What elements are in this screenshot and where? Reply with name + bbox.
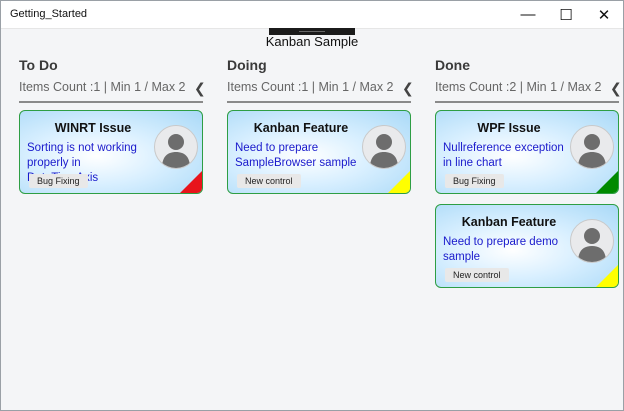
window-title: Getting_Started [10, 8, 88, 20]
column-divider [435, 101, 619, 103]
user-icon [570, 125, 614, 169]
card-tag: Bug Fixing [445, 174, 504, 188]
page-title: Kanban Sample [265, 34, 359, 49]
column-divider [227, 101, 411, 103]
card-description: Need to prepare SampleBrowser sample [235, 142, 357, 169]
kanban-card[interactable]: WINRT Issue Sorting is not working prope… [19, 110, 203, 194]
card-description: Nullreference exception in line chart [443, 142, 564, 169]
card-tag: New control [445, 268, 509, 282]
column-item-count: Items Count :1 | Min 1 / Max 2 [19, 80, 186, 94]
column-title: Doing [227, 57, 267, 73]
card-description: Need to prepare demo sample [443, 236, 559, 263]
title-bar: Getting_Started — ☐ ✕ [1, 1, 623, 29]
collapse-chevron-icon[interactable]: ❮ [402, 80, 414, 97]
priority-indicator [596, 171, 618, 193]
column-divider [19, 101, 203, 103]
column-item-count: Items Count :2 | Min 1 / Max 2 [435, 80, 602, 94]
card-title: Kanban Feature [461, 215, 557, 229]
card-tag: Bug Fixing [29, 174, 88, 188]
kanban-card[interactable]: Kanban Feature Need to prepare demo samp… [435, 204, 619, 288]
app-window: Getting_Started — ☐ ✕ Kanban Sample To D… [0, 0, 624, 411]
collapse-chevron-icon[interactable]: ❮ [194, 80, 206, 97]
column-item-count: Items Count :1 | Min 1 / Max 2 [227, 80, 394, 94]
close-button[interactable]: ✕ [585, 1, 623, 28]
user-icon [570, 219, 614, 263]
card-title: Kanban Feature [253, 121, 349, 135]
user-icon [362, 125, 406, 169]
column-title: To Do [19, 57, 58, 73]
kanban-card[interactable]: Kanban Feature Need to prepare SampleBro… [227, 110, 411, 194]
priority-indicator [596, 265, 618, 287]
maximize-button[interactable]: ☐ [547, 1, 585, 28]
priority-indicator [180, 171, 202, 193]
column-title: Done [435, 57, 470, 73]
priority-indicator [388, 171, 410, 193]
collapse-chevron-icon[interactable]: ❮ [610, 80, 622, 97]
card-title: WPF Issue [477, 121, 541, 135]
user-icon [154, 125, 198, 169]
card-title: WINRT Issue [54, 121, 132, 135]
card-tag: New control [237, 174, 301, 188]
kanban-card[interactable]: WPF Issue Nullreference exception in lin… [435, 110, 619, 194]
minimize-button[interactable]: — [509, 1, 547, 28]
